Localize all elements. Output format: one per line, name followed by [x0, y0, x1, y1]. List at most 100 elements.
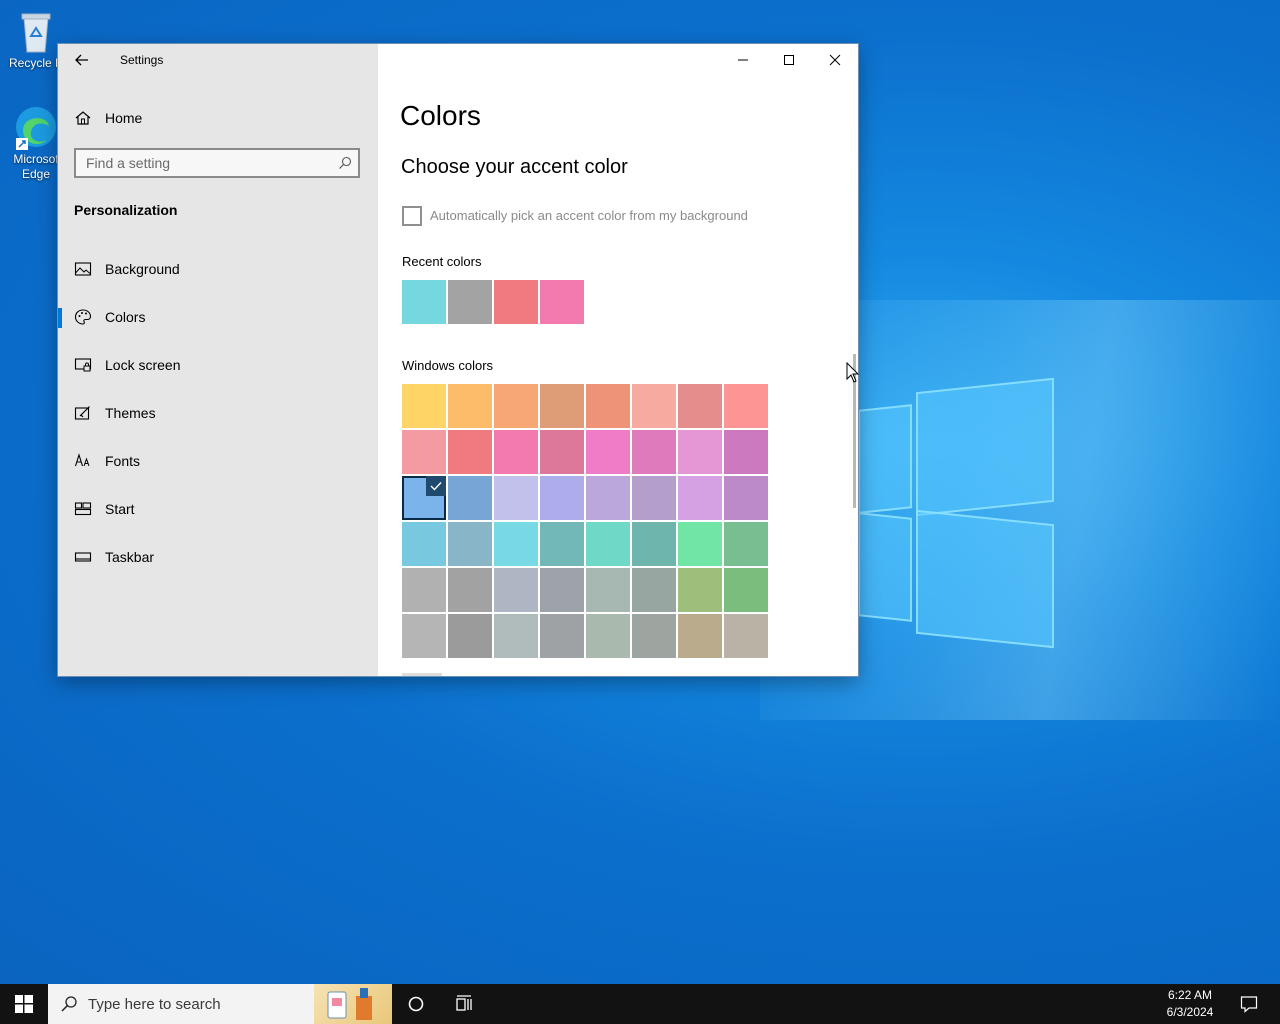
windows-color-swatch[interactable] — [494, 384, 538, 428]
windows-color-swatch[interactable] — [402, 430, 446, 474]
themes-icon — [74, 406, 90, 420]
windows-color-swatch[interactable] — [724, 384, 768, 428]
edge-browser-icon — [16, 107, 56, 150]
windows-color-swatch[interactable] — [632, 522, 676, 566]
sidebar-item-fonts[interactable]: Fonts — [58, 441, 378, 481]
windows-color-swatch[interactable] — [494, 568, 538, 612]
windows-color-swatch[interactable] — [448, 614, 492, 658]
windows-color-swatch[interactable] — [678, 430, 722, 474]
taskbar-search-box[interactable]: Type here to search — [48, 984, 392, 1024]
windows-color-swatch[interactable] — [448, 384, 492, 428]
illustration-icon — [327, 988, 372, 1020]
windows-color-swatch[interactable] — [586, 430, 630, 474]
sidebar-item-start[interactable]: Start — [58, 489, 378, 529]
windows-color-swatch[interactable] — [586, 384, 630, 428]
search-input[interactable]: Find a setting — [74, 148, 360, 178]
content-overflow-hint — [402, 673, 442, 676]
sidebar-item-themes[interactable]: Themes — [58, 393, 378, 433]
windows-color-swatch[interactable] — [540, 568, 584, 612]
windows-color-swatch[interactable] — [448, 430, 492, 474]
home-icon — [75, 111, 91, 125]
desktop-icon-label: Edge — [21, 167, 51, 181]
windows-color-swatch[interactable] — [632, 476, 676, 520]
page-title: Colors — [400, 100, 481, 131]
wallpaper-windows-logo — [858, 377, 1054, 649]
windows-color-swatch[interactable] — [448, 568, 492, 612]
windows-color-swatch[interactable] — [678, 384, 722, 428]
maximize-button[interactable] — [766, 44, 812, 76]
recycle-bin-icon — [21, 13, 51, 53]
section-heading: Choose your accent color — [401, 156, 628, 178]
windows-color-swatch[interactable] — [724, 568, 768, 612]
windows-color-swatch[interactable] — [402, 568, 446, 612]
system-clock[interactable]: 6:22 AM 6/3/2024 — [1160, 987, 1220, 1021]
desktop-icon-label: Microsof — [13, 152, 59, 166]
recent-color-swatch[interactable] — [494, 280, 538, 324]
start-button[interactable] — [0, 984, 48, 1024]
close-button[interactable] — [812, 44, 858, 76]
recent-colors-label: Recent colors — [402, 254, 482, 269]
clock-date: 6/3/2024 — [1166, 1005, 1214, 1019]
windows-color-swatch[interactable] — [540, 476, 584, 520]
windows-color-swatch[interactable] — [724, 614, 768, 658]
windows-color-swatch[interactable] — [494, 522, 538, 566]
nav-home-label: Home — [105, 110, 143, 126]
windows-color-swatch[interactable] — [586, 476, 630, 520]
auto-pick-checkbox[interactable] — [402, 206, 422, 226]
sidebar: Settings Home Find a setting Personaliza… — [58, 44, 378, 676]
windows-color-swatch[interactable] — [678, 614, 722, 658]
windows-color-swatch[interactable] — [448, 522, 492, 566]
checkmark-icon — [426, 476, 446, 496]
windows-color-swatch[interactable] — [494, 614, 538, 658]
windows-color-swatch[interactable] — [586, 522, 630, 566]
windows-color-swatch[interactable] — [678, 476, 722, 520]
windows-color-swatch[interactable] — [540, 522, 584, 566]
settings-window: Settings Home Find a setting Personaliza… — [58, 44, 858, 676]
back-button[interactable] — [70, 50, 94, 70]
windows-color-swatch[interactable] — [586, 614, 630, 658]
minimize-button[interactable] — [720, 44, 766, 76]
sidebar-item-taskbar[interactable]: Taskbar — [58, 537, 378, 577]
windows-color-swatch[interactable] — [402, 476, 446, 520]
windows-color-swatch[interactable] — [678, 568, 722, 612]
windows-color-swatch[interactable] — [540, 384, 584, 428]
windows-color-swatch[interactable] — [724, 522, 768, 566]
windows-color-swatch[interactable] — [540, 430, 584, 474]
maximize-icon — [784, 55, 794, 65]
windows-color-swatch[interactable] — [724, 476, 768, 520]
windows-color-swatch[interactable] — [402, 614, 446, 658]
windows-color-swatch[interactable] — [632, 384, 676, 428]
windows-color-swatch[interactable] — [632, 568, 676, 612]
sidebar-item-background[interactable]: Background — [58, 249, 378, 289]
windows-color-swatch[interactable] — [494, 476, 538, 520]
search-placeholder: Find a setting — [86, 155, 171, 171]
notification-center-icon[interactable] — [1240, 995, 1258, 1013]
picture-icon — [74, 262, 92, 276]
windows-color-swatch[interactable] — [632, 430, 676, 474]
windows-color-swatch[interactable] — [540, 614, 584, 658]
sidebar-item-label: Colors — [105, 309, 146, 325]
windows-color-swatch[interactable] — [494, 430, 538, 474]
windows-color-swatch[interactable] — [724, 430, 768, 474]
recent-color-swatch[interactable] — [448, 280, 492, 324]
cortana-icon[interactable] — [406, 994, 426, 1014]
windows-logo-icon — [15, 995, 33, 1013]
recent-color-swatch[interactable] — [540, 280, 584, 324]
windows-color-swatch[interactable] — [402, 522, 446, 566]
sidebar-item-lock-screen[interactable]: Lock screen — [58, 345, 378, 385]
windows-color-swatch[interactable] — [448, 476, 492, 520]
sidebar-item-label: Background — [105, 261, 180, 277]
windows-color-swatch[interactable] — [678, 522, 722, 566]
task-view-icon[interactable] — [454, 994, 474, 1014]
palette-icon — [74, 309, 92, 325]
windows-color-swatch[interactable] — [632, 614, 676, 658]
recent-color-swatch[interactable] — [402, 280, 446, 324]
auto-pick-label: Automatically pick an accent color from … — [430, 208, 748, 223]
sidebar-item-colors[interactable]: Colors — [58, 297, 378, 337]
lock-screen-icon — [74, 358, 92, 372]
nav-home[interactable]: Home — [58, 104, 378, 132]
windows-color-swatch[interactable] — [586, 568, 630, 612]
sidebar-item-label: Start — [105, 501, 135, 517]
sidebar-item-label: Themes — [105, 405, 156, 421]
windows-color-swatch[interactable] — [402, 384, 446, 428]
